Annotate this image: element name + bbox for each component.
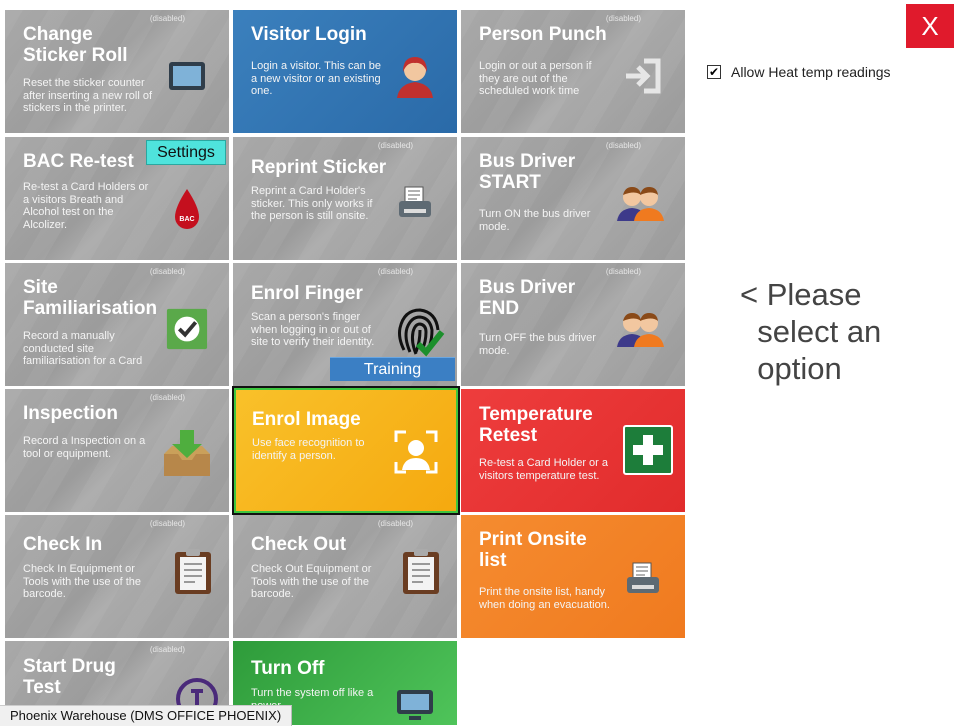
tile-inspection[interactable]: (disabled) Inspection Record a Inspectio… <box>5 389 229 512</box>
sign-in-icon <box>621 54 665 98</box>
tile-check-out[interactable]: (disabled) Check Out Check Out Equipment… <box>233 515 457 638</box>
disabled-tag: (disabled) <box>149 393 185 402</box>
tile-desc: Check Out Equipment or Tools with the us… <box>251 563 372 600</box>
tile-title: Visitor Login <box>251 24 367 45</box>
tile-title: Turn Off <box>251 658 325 679</box>
tile-desc: Turn OFF the bus driver mode. <box>479 332 596 357</box>
tile-title: Temperature Retest <box>479 404 593 446</box>
tile-desc: Login or out a person if they are out of… <box>479 60 592 97</box>
printer-icon <box>621 557 665 601</box>
tile-bus-driver-end[interactable]: (disabled) Bus Driver END Turn OFF the b… <box>461 263 685 386</box>
tile-title: Person Punch <box>479 24 607 45</box>
disabled-tag: (disabled) <box>377 267 413 276</box>
disabled-tag: (disabled) <box>149 519 185 528</box>
tile-desc: Re-test a Card Holders or a visitors Bre… <box>23 181 149 231</box>
disabled-tag: (disabled) <box>605 267 641 276</box>
tile-desc: Record a Inspection on a tool or equipme… <box>23 435 146 460</box>
tile-title: Enrol Image <box>252 409 361 430</box>
tile-site-familiarisation[interactable]: (disabled) Site Familiarisation Record a… <box>5 263 229 386</box>
tile-enrol-image[interactable]: Enrol Image Use face recognition to iden… <box>232 386 460 515</box>
tile-desc: Reprint a Card Holder's sticker. This on… <box>251 185 373 222</box>
tile-desc: Scan a person's finger when logging in o… <box>251 311 375 348</box>
monitor-icon <box>393 683 437 725</box>
tile-desc: Record a manually conducted site familia… <box>23 330 143 367</box>
clipboard-icon <box>399 549 443 594</box>
disabled-tag: (disabled) <box>149 645 185 654</box>
tile-desc: Re-test a Card Holder or a visitors temp… <box>479 457 608 482</box>
tile-check-in[interactable]: (disabled) Check In Check In Equipment o… <box>5 515 229 638</box>
tile-desc: Use face recognition to identify a perso… <box>252 437 365 462</box>
select-option-prompt: < Please select an option <box>740 277 882 386</box>
bac-label: BAC <box>179 216 194 223</box>
tablet-icon <box>165 54 209 98</box>
visitor-avatar-icon <box>393 54 437 98</box>
clipboard-icon <box>171 549 215 594</box>
first-aid-icon <box>623 425 673 475</box>
people-icon <box>615 181 665 225</box>
people-icon <box>615 307 665 351</box>
tile-desc: Print the onsite list, handy when doing … <box>479 586 610 611</box>
settings-button[interactable]: Settings <box>146 140 226 165</box>
tile-desc: Login a visitor. This can be a new visit… <box>251 60 382 97</box>
disabled-tag: (disabled) <box>377 519 413 528</box>
tile-temperature-retest[interactable]: Temperature Retest Re-test a Card Holder… <box>461 389 685 512</box>
allow-heat-label: Allow Heat temp readings <box>731 64 891 80</box>
status-bar: Phoenix Warehouse (DMS OFFICE PHOENIX) <box>0 705 293 726</box>
tile-person-punch[interactable]: (disabled) Person Punch Login or out a p… <box>461 10 685 133</box>
tile-reprint-sticker[interactable]: (disabled) Reprint Sticker Reprint a Car… <box>233 137 457 260</box>
training-button[interactable]: Training <box>330 357 455 381</box>
tile-title: Change Sticker Roll <box>23 24 128 66</box>
tile-title: Site Familiarisation <box>23 277 158 319</box>
disabled-tag: (disabled) <box>149 14 185 23</box>
face-scan-icon <box>394 430 438 474</box>
tile-title: Inspection <box>23 403 119 424</box>
checkmark-box-icon <box>165 307 209 351</box>
tile-title: Print Onsite list <box>479 529 587 571</box>
tile-title: Bus Driver END <box>479 277 576 319</box>
tile-visitor-login[interactable]: Visitor Login Login a visitor. This can … <box>233 10 457 133</box>
tile-change-sticker-roll[interactable]: (disabled) Change Sticker Roll Reset the… <box>5 10 229 133</box>
inbox-download-icon <box>159 425 215 481</box>
blood-drop-icon: BAC <box>165 187 209 231</box>
disabled-tag: (disabled) <box>149 267 185 276</box>
tile-title: Bus Driver START <box>479 151 576 193</box>
tile-print-onsite-list[interactable]: Print Onsite list Print the onsite list,… <box>461 515 685 638</box>
tile-desc: Turn ON the bus driver mode. <box>479 208 591 233</box>
tile-title: Reprint Sticker <box>251 157 387 178</box>
tile-desc: Check In Equipment or Tools with the use… <box>23 563 142 600</box>
disabled-tag: (disabled) <box>605 141 641 150</box>
tile-desc: Reset the sticker counter after insertin… <box>23 77 153 114</box>
disabled-tag: (disabled) <box>605 14 641 23</box>
allow-heat-checkbox[interactable]: ✔ <box>707 65 721 79</box>
tile-title: Start Drug Test <box>23 656 116 698</box>
fingerprint-icon <box>389 301 449 361</box>
disabled-tag: (disabled) <box>377 141 413 150</box>
tile-bus-driver-start[interactable]: (disabled) Bus Driver START Turn ON the … <box>461 137 685 260</box>
allow-heat-option[interactable]: ✔ Allow Heat temp readings <box>707 64 891 80</box>
printer-icon <box>393 181 437 225</box>
close-button[interactable]: X <box>906 4 954 48</box>
